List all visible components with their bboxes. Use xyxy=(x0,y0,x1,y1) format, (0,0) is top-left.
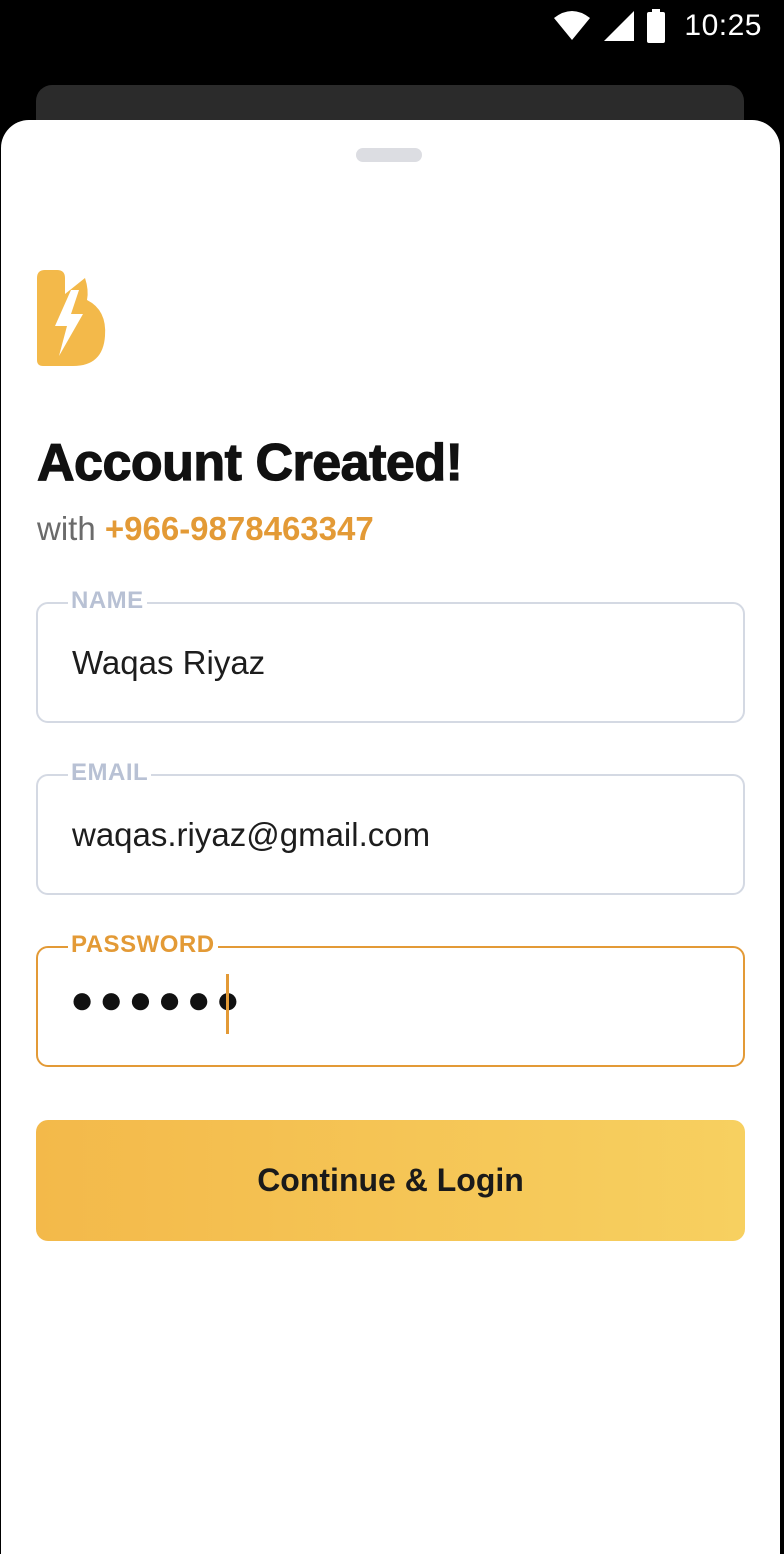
status-icons: 10:25 xyxy=(552,6,762,46)
name-field[interactable]: NAME Waqas Riyaz xyxy=(36,587,745,723)
drag-handle[interactable] xyxy=(356,148,422,162)
subtitle-prefix: with xyxy=(37,510,96,547)
password-field-value[interactable]: ●●●●●● xyxy=(70,978,245,1023)
email-field[interactable]: EMAIL waqas.riyaz@gmail.com xyxy=(36,759,745,895)
text-cursor xyxy=(226,974,229,1034)
email-field-value[interactable]: waqas.riyaz@gmail.com xyxy=(72,816,430,854)
status-bar: 10:25 xyxy=(0,0,784,52)
cellular-signal-icon xyxy=(604,11,635,41)
page-title: Account Created! xyxy=(36,433,463,492)
wifi-icon xyxy=(554,11,591,40)
lightning-b-logo-icon xyxy=(37,270,106,366)
continue-login-button[interactable]: Continue & Login xyxy=(36,1120,745,1241)
password-field-label: PASSWORD xyxy=(68,931,218,959)
password-field[interactable]: PASSWORD ●●●●●● xyxy=(36,931,745,1067)
subtitle: with +966-9878463347 xyxy=(37,510,374,548)
battery-icon xyxy=(647,9,666,43)
phone-number: +966-9878463347 xyxy=(104,510,374,547)
email-field-label: EMAIL xyxy=(68,759,152,787)
name-field-value[interactable]: Waqas Riyaz xyxy=(72,644,265,682)
name-field-label: NAME xyxy=(68,587,147,615)
bottom-sheet: Account Created! with +966-9878463347 NA… xyxy=(1,120,780,1554)
clock-time: 10:25 xyxy=(684,9,762,42)
